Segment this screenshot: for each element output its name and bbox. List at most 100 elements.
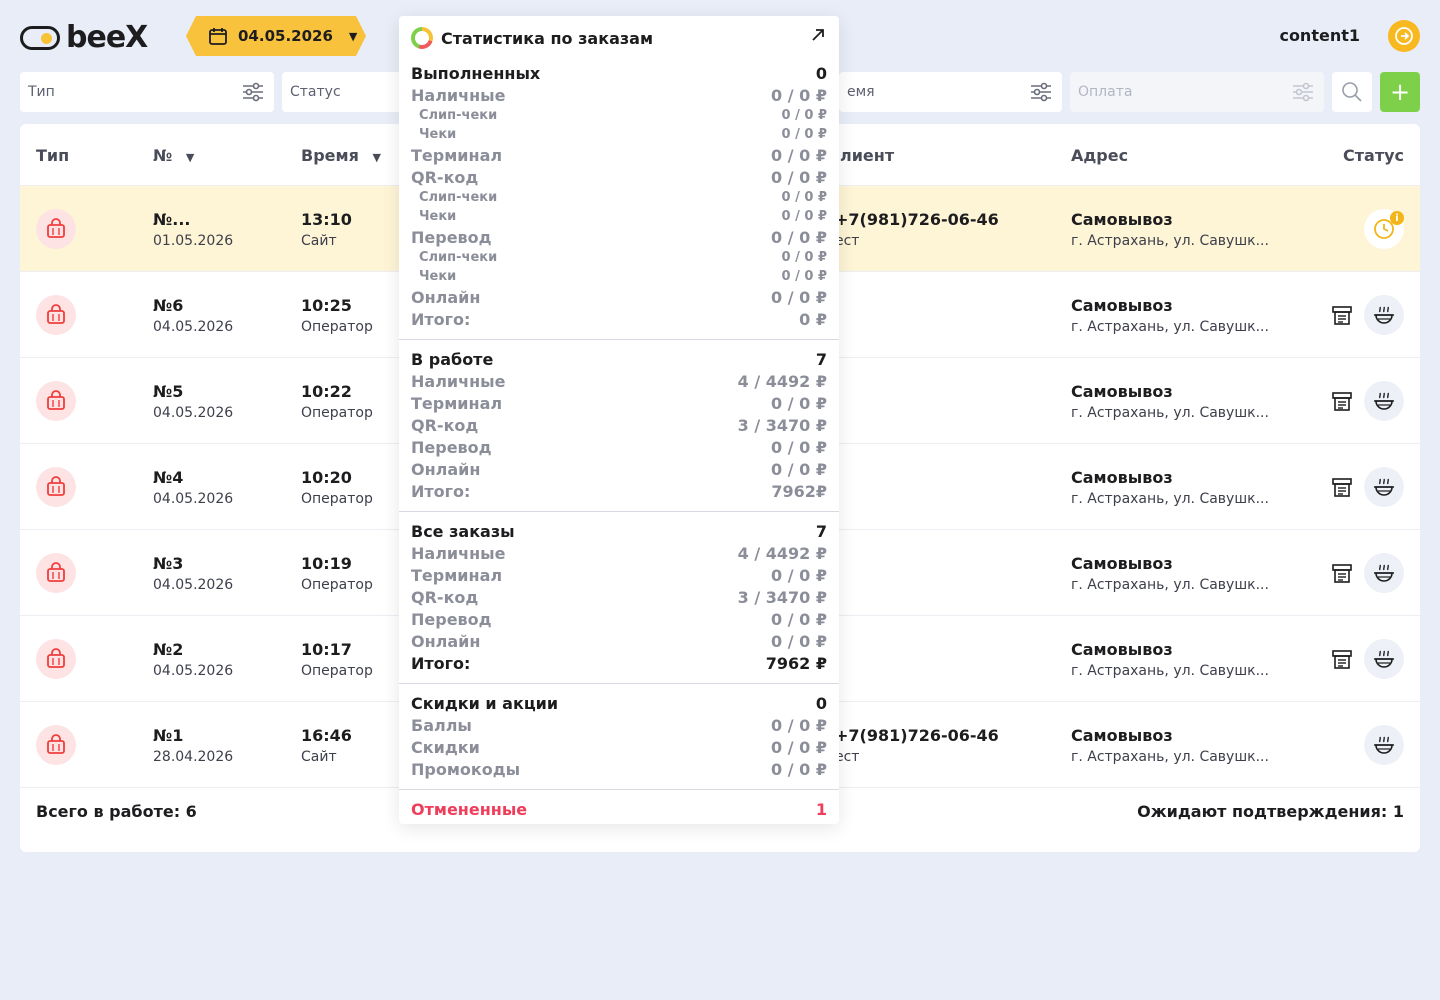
expand-icon[interactable]: [809, 26, 827, 44]
pickup-bag-icon[interactable]: [36, 295, 76, 335]
print-receipt-icon[interactable]: [1326, 557, 1358, 589]
client-phone: +7(981)726-06-46: [835, 210, 999, 229]
col-time[interactable]: Время ▼: [301, 146, 381, 165]
discounts-line: Промокоды 0 / 0 ₽: [411, 760, 827, 779]
in-work-header-label: В работе: [411, 350, 494, 369]
cooking-pot-icon[interactable]: [1364, 553, 1404, 593]
completed-line: Чеки 0 / 0 ₽: [419, 209, 827, 224]
completed-line: Слип-чеки 0 / 0 ₽: [419, 108, 827, 123]
col-num[interactable]: № ▼: [153, 146, 194, 165]
order-number: №6: [153, 296, 184, 315]
order-number: №1: [153, 726, 184, 745]
cancelled-row-label: Отмененные: [411, 800, 528, 819]
address-cell: Самовывоз г. Астрахань, ул. Савушк...: [1071, 382, 1269, 421]
user-name: content1: [1279, 26, 1360, 45]
address-title: Самовывоз: [1071, 210, 1173, 229]
all-orders-line-label: Онлайн: [411, 632, 481, 651]
completed-line-label: Онлайн: [411, 288, 481, 307]
section-divider: [399, 683, 839, 684]
order-time-cell: 10:25 Оператор: [301, 296, 373, 335]
in-work-line-label: QR-код: [411, 416, 479, 435]
pickup-bag-icon[interactable]: [36, 639, 76, 679]
discounts-line-value: 0 / 0 ₽: [771, 738, 827, 757]
order-time: 10:25: [301, 296, 352, 315]
order-source: Оператор: [301, 577, 373, 593]
completed-line: Терминал 0 / 0 ₽: [411, 146, 827, 165]
print-receipt-icon[interactable]: [1326, 299, 1358, 331]
pickup-bag-icon[interactable]: [36, 381, 76, 421]
col-type[interactable]: Тип: [36, 146, 69, 165]
awaiting-confirmation: Ожидают подтверждения: 1: [1137, 802, 1404, 821]
order-date: 04.05.2026: [153, 405, 234, 421]
section-divider: [399, 339, 839, 340]
client-cell: +7(981)726-06-46 ест: [835, 210, 999, 249]
cooking-pot-icon[interactable]: [1364, 639, 1404, 679]
search-button[interactable]: [1332, 72, 1372, 112]
sliders-icon: [1293, 82, 1313, 102]
completed-line-value: 0 / 0 ₽: [771, 146, 827, 165]
logo-text: beeX: [66, 20, 148, 55]
all-orders-line-label: Терминал: [411, 566, 503, 585]
in-work-line-label: Перевод: [411, 438, 492, 457]
address-title: Самовывоз: [1071, 726, 1173, 745]
order-date: 04.05.2026: [153, 577, 234, 593]
in-work-line: Итого: 7962₽: [411, 482, 827, 501]
date-value: 04.05.2026: [238, 27, 333, 45]
cooking-pot-icon[interactable]: [1364, 725, 1404, 765]
col-status[interactable]: Статус: [1343, 146, 1404, 165]
address-cell: Самовывоз г. Астрахань, ул. Савушк...: [1071, 554, 1269, 593]
add-order-button[interactable]: +: [1380, 72, 1420, 112]
order-number-cell: №4 04.05.2026: [153, 468, 233, 507]
in-work-header-value: 7: [815, 350, 827, 369]
time-filter[interactable]: емя: [839, 72, 1062, 112]
in-work-line-label: Онлайн: [411, 460, 481, 479]
order-date: 04.05.2026: [153, 319, 234, 335]
pickup-bag-icon[interactable]: [36, 467, 76, 507]
pickup-bag-icon[interactable]: [36, 553, 76, 593]
pickup-bag-icon[interactable]: [36, 209, 76, 249]
order-time-cell: 13:10 Сайт: [301, 210, 352, 249]
completed-line-label: Чеки: [419, 127, 457, 142]
address-cell: Самовывоз г. Астрахань, ул. Савушк...: [1071, 640, 1269, 679]
cooking-pot-icon[interactable]: [1364, 295, 1404, 335]
all-orders-line-value: 4 / 4492 ₽: [737, 544, 827, 563]
cooking-pot-icon[interactable]: [1364, 381, 1404, 421]
col-client[interactable]: лиент: [840, 146, 894, 165]
all-orders-header-label: Все заказы: [411, 522, 515, 541]
order-number-cell: №... 01.05.2026: [153, 210, 233, 249]
client-name: ест: [835, 233, 860, 249]
date-picker-button[interactable]: 04.05.2026 ▼: [186, 16, 366, 56]
logout-button[interactable]: [1388, 20, 1420, 52]
order-number: №4: [153, 468, 184, 487]
completed-header-value: 0: [815, 64, 827, 83]
print-receipt-icon[interactable]: [1326, 385, 1358, 417]
all-orders-total-value: 7962 ₽: [765, 654, 827, 673]
completed-line: Слип-чеки 0 / 0 ₽: [419, 190, 827, 205]
discounts-line-label: Баллы: [411, 716, 472, 735]
in-work-line: Перевод 0 / 0 ₽: [411, 438, 827, 457]
payment-filter[interactable]: Оплата: [1070, 72, 1324, 112]
in-work-line-value: 3 / 3470 ₽: [737, 416, 827, 435]
discounts-line-value: 0 / 0 ₽: [771, 716, 827, 735]
discounts-line-value: 0 / 0 ₽: [771, 760, 827, 779]
all-orders-header: Все заказы 7: [411, 522, 827, 541]
pending-clock-button[interactable]: i: [1364, 209, 1404, 249]
popup-title: Статистика по заказам: [441, 28, 654, 48]
logo[interactable]: beeX: [20, 20, 148, 55]
time-filter-label: емя: [847, 84, 875, 100]
print-receipt-icon[interactable]: [1326, 643, 1358, 675]
type-filter[interactable]: Тип: [20, 72, 274, 112]
in-work-total: Всего в работе: 6: [36, 802, 197, 821]
status-filter[interactable]: Статус: [282, 72, 402, 112]
cooking-pot-icon[interactable]: [1364, 467, 1404, 507]
all-orders-total: Итого: 7962 ₽: [411, 654, 827, 673]
completed-line-label: Терминал: [411, 146, 503, 165]
print-receipt-icon[interactable]: [1326, 471, 1358, 503]
completed-line-value: 0 / 0 ₽: [781, 190, 827, 205]
col-address[interactable]: Адрес: [1071, 146, 1128, 165]
in-work-line-value: 7962₽: [771, 482, 827, 501]
order-number-cell: №6 04.05.2026: [153, 296, 233, 335]
client-phone: +7(981)726-06-46: [835, 726, 999, 745]
plus-icon: +: [1389, 78, 1411, 106]
pickup-bag-icon[interactable]: [36, 725, 76, 765]
